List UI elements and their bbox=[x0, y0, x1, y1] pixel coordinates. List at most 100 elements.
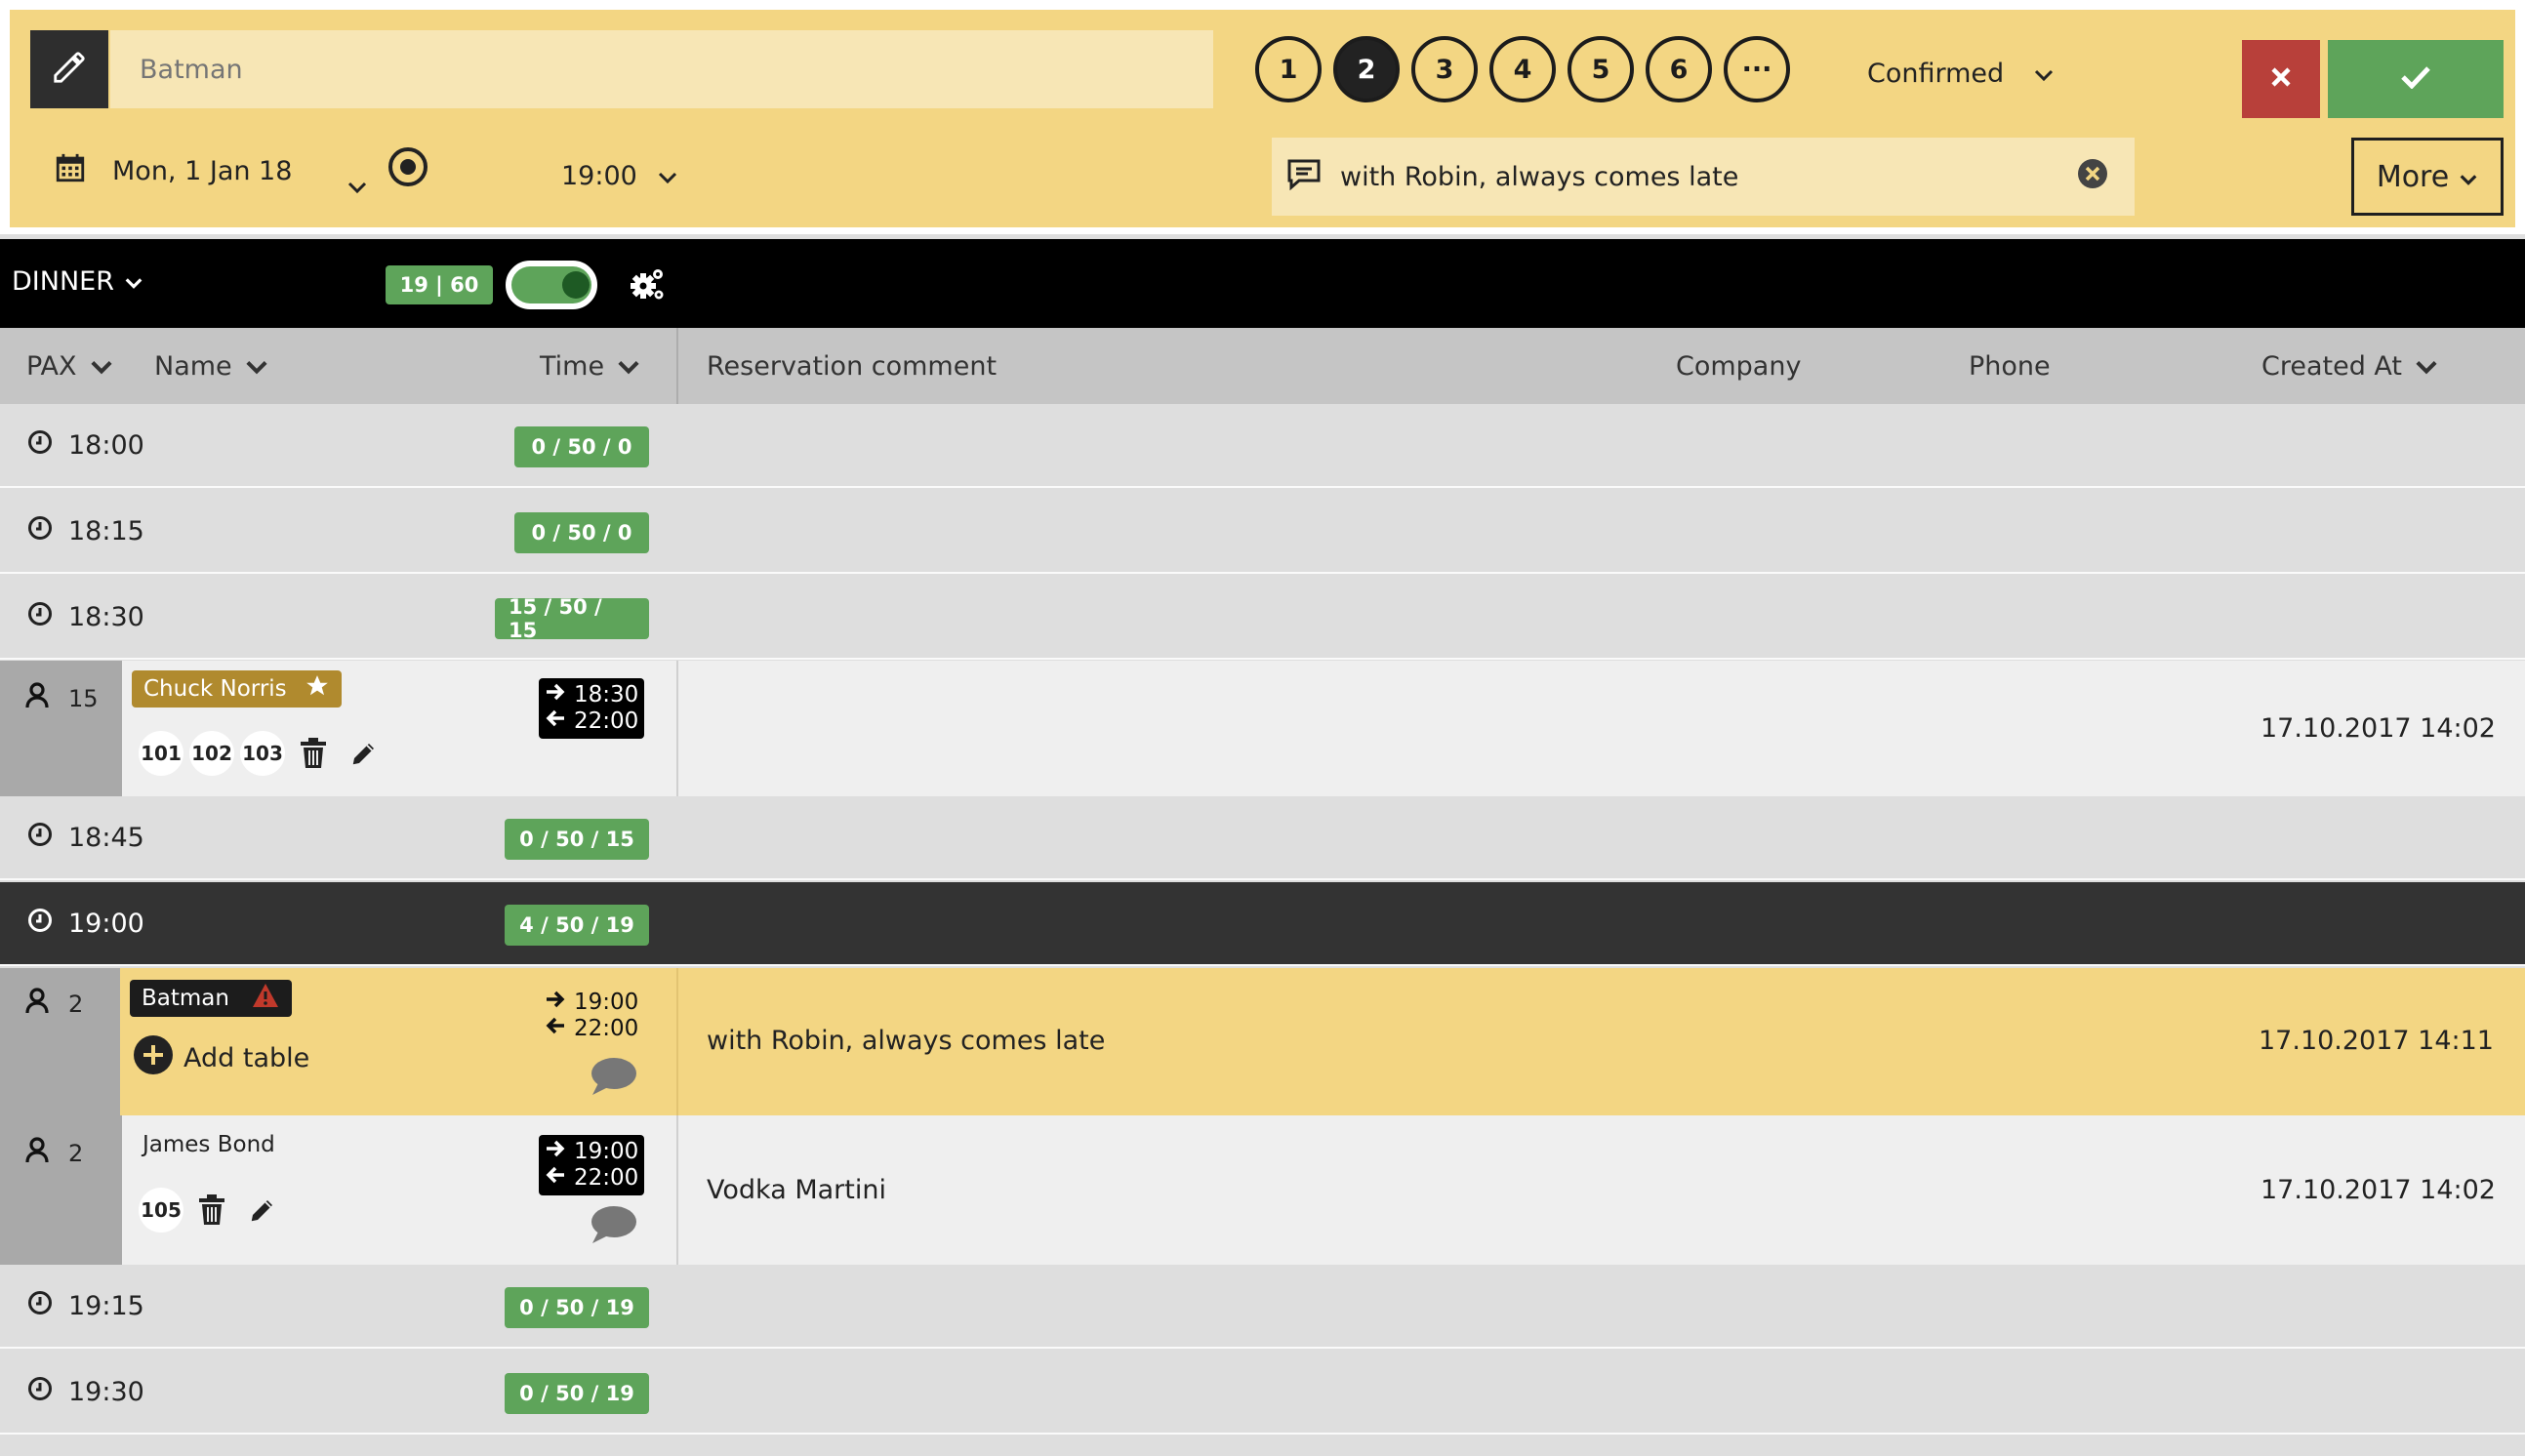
reservation-comment: with Robin, always comes late bbox=[707, 1026, 1106, 1056]
reservation-row[interactable]: 2 James Bond 105 19:00 22:00 Vodka Marti… bbox=[0, 1115, 2525, 1265]
reservation-row-selected[interactable]: 2 Batman Add table 19:00 22:00 with Robi… bbox=[0, 968, 2525, 1115]
comment-field[interactable]: with Robin, always comes late bbox=[1272, 138, 2135, 216]
pencil-icon[interactable] bbox=[248, 1195, 277, 1225]
slot-time: 19:15 bbox=[27, 1290, 144, 1322]
time-value: 19:00 bbox=[561, 161, 637, 191]
slot-time-label: 18:30 bbox=[68, 602, 144, 632]
column-pax-label: PAX bbox=[26, 351, 77, 382]
time-slot-row[interactable]: 18:45 0 / 50 / 15 bbox=[0, 796, 2525, 880]
clock-icon bbox=[27, 908, 53, 940]
slot-capacity-badge: 4 / 50 / 19 bbox=[505, 905, 649, 946]
pax-option-5[interactable]: 5 bbox=[1568, 36, 1634, 102]
slot-time: 18:00 bbox=[27, 429, 144, 462]
pax-option-6[interactable]: 6 bbox=[1646, 36, 1712, 102]
pax-option-4[interactable]: 4 bbox=[1489, 36, 1556, 102]
reservation-time-box: 18:30 22:00 bbox=[539, 678, 644, 739]
guest-name-tag[interactable]: Chuck Norris bbox=[132, 670, 342, 708]
table-chip[interactable]: 101 bbox=[139, 731, 183, 776]
add-table-button[interactable]: Add table bbox=[133, 1034, 309, 1082]
slot-capacity-badge: 0 / 50 / 0 bbox=[514, 512, 649, 553]
reservation-row[interactable]: 15 Chuck Norris 101 102 103 18:30 22:00 … bbox=[0, 661, 2525, 796]
column-phone-label: Phone bbox=[1969, 351, 2051, 382]
slot-time: 18:15 bbox=[27, 515, 144, 547]
clear-icon[interactable] bbox=[2076, 157, 2109, 197]
slot-time-label: 19:30 bbox=[68, 1377, 144, 1407]
column-created[interactable]: Created At bbox=[2261, 351, 2439, 382]
guest-name[interactable]: James Bond bbox=[143, 1132, 275, 1157]
date-select[interactable]: Mon, 1 Jan 18 bbox=[54, 147, 428, 194]
guest-name-input[interactable] bbox=[110, 30, 1213, 108]
column-comment-label: Reservation comment bbox=[707, 351, 998, 382]
confirm-button[interactable] bbox=[2328, 40, 2504, 118]
column-pax[interactable]: PAX bbox=[26, 351, 114, 382]
reservation-time-box: 19:00 22:00 bbox=[539, 1135, 644, 1195]
person-icon bbox=[25, 1137, 49, 1170]
column-company: Company bbox=[1676, 351, 1801, 382]
column-phone: Phone bbox=[1969, 351, 2051, 382]
time-slot-row[interactable]: 18:00 0 / 50 / 0 bbox=[0, 404, 2525, 488]
status-value: Confirmed bbox=[1867, 59, 2005, 89]
clock-icon bbox=[27, 1376, 53, 1408]
comment-icon bbox=[1285, 157, 1323, 197]
chevron-down-icon bbox=[89, 351, 114, 382]
table-chip[interactable]: 105 bbox=[139, 1188, 183, 1233]
today-target-icon[interactable] bbox=[387, 145, 429, 195]
edit-name-button[interactable] bbox=[30, 30, 108, 108]
slot-time-label: 18:15 bbox=[68, 516, 144, 546]
guest-name-tag[interactable]: Batman bbox=[130, 980, 292, 1017]
pencil-icon bbox=[51, 49, 88, 90]
slot-time-label: 18:00 bbox=[68, 430, 144, 461]
pax-option-3[interactable]: 3 bbox=[1411, 36, 1478, 102]
time-slot-row[interactable]: 19:15 0 / 50 / 19 bbox=[0, 1265, 2525, 1349]
service-toggle[interactable] bbox=[506, 261, 597, 309]
time-slot-row[interactable]: 19:30 0 / 50 / 19 bbox=[0, 1351, 2525, 1435]
chevron-down-icon bbox=[2459, 160, 2478, 194]
arrow-left-icon bbox=[545, 708, 566, 735]
more-button[interactable]: More bbox=[2351, 138, 2504, 216]
person-icon bbox=[25, 682, 49, 715]
speech-bubble-icon[interactable] bbox=[589, 1204, 637, 1249]
pax-option-1[interactable]: 1 bbox=[1255, 36, 1322, 102]
chevron-down-icon bbox=[124, 266, 143, 297]
pax-count: 2 bbox=[68, 1140, 84, 1167]
column-time-label: Time bbox=[540, 351, 605, 382]
table-chip[interactable]: 102 bbox=[189, 731, 234, 776]
star-icon bbox=[305, 673, 330, 705]
status-select[interactable]: Confirmed bbox=[1867, 59, 2055, 89]
slot-time: 19:30 bbox=[27, 1376, 144, 1408]
time-slot-row-selected[interactable]: 19:00 4 / 50 / 19 bbox=[0, 882, 2525, 966]
cancel-button[interactable] bbox=[2242, 40, 2320, 118]
add-table-label: Add table bbox=[183, 1043, 310, 1073]
slot-capacity-badge: 0 / 50 / 15 bbox=[505, 819, 649, 860]
reservation-pax: 2 bbox=[0, 1115, 122, 1265]
service-name: DINNER bbox=[12, 266, 114, 297]
reservation-created-at: 17.10.2017 14:02 bbox=[2260, 713, 2496, 744]
slot-time-label: 18:45 bbox=[68, 823, 144, 853]
column-time[interactable]: Time bbox=[540, 351, 641, 382]
time-select[interactable]: 19:00 bbox=[561, 161, 678, 191]
trash-icon[interactable] bbox=[299, 737, 328, 770]
table-header: PAX Name Time Reservation comment Compan… bbox=[0, 328, 2525, 404]
reservation-created-at: 17.10.2017 14:02 bbox=[2260, 1175, 2496, 1205]
pencil-icon[interactable] bbox=[349, 739, 379, 768]
column-name[interactable]: Name bbox=[154, 351, 269, 382]
pax-option-2[interactable]: 2 bbox=[1333, 36, 1400, 102]
arrival-time: 18:30 bbox=[574, 682, 639, 708]
reservation-time-box: 19:00 22:00 bbox=[539, 986, 644, 1046]
settings-icon[interactable] bbox=[629, 264, 668, 307]
column-divider bbox=[676, 661, 678, 796]
pax-count: 15 bbox=[68, 685, 99, 712]
clock-icon bbox=[27, 601, 53, 633]
service-select[interactable]: DINNER bbox=[12, 266, 143, 297]
clock-icon bbox=[27, 1290, 53, 1322]
column-divider bbox=[676, 328, 678, 404]
guest-name: Batman bbox=[142, 986, 229, 1011]
time-slot-row[interactable]: 18:30 15 / 50 / 15 bbox=[0, 576, 2525, 660]
date-value: Mon, 1 Jan 18 bbox=[112, 156, 293, 186]
pax-option-more[interactable]: ··· bbox=[1724, 36, 1790, 102]
chevron-down-icon bbox=[616, 351, 641, 382]
table-chip[interactable]: 103 bbox=[240, 731, 285, 776]
time-slot-row[interactable]: 18:15 0 / 50 / 0 bbox=[0, 490, 2525, 574]
speech-bubble-icon[interactable] bbox=[589, 1056, 637, 1101]
trash-icon[interactable] bbox=[197, 1193, 226, 1227]
